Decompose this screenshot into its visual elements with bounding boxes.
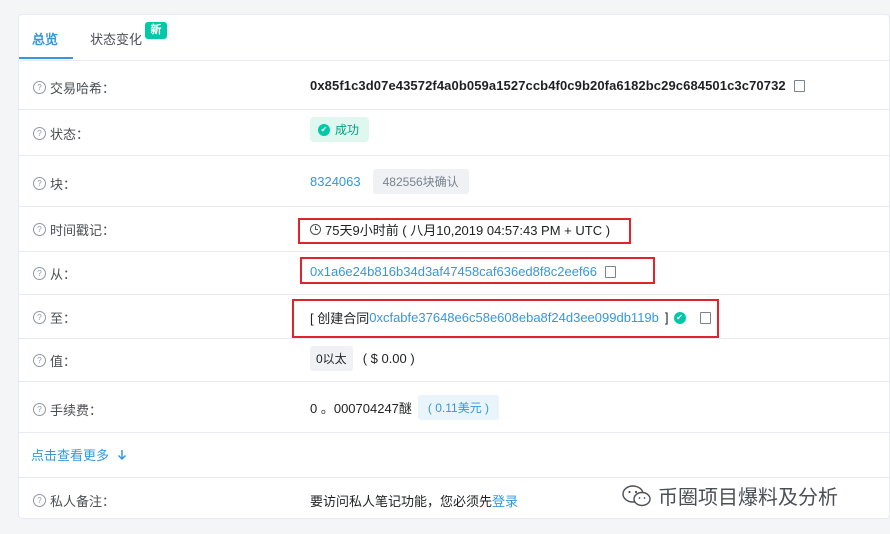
to-label: ? 至： (33, 308, 76, 327)
help-icon[interactable]: ? (33, 127, 46, 140)
timestamp-label: ? 时间戳记： (33, 220, 115, 239)
help-icon[interactable]: ? (33, 403, 46, 416)
copy-icon[interactable] (696, 308, 711, 324)
confirmations-badge: 482556块确认 (372, 169, 469, 194)
note-value-wrap: 要访问私人笔记功能，您必须先 登录 (310, 491, 518, 510)
fee-amount: 0 。000704247醚 (310, 401, 412, 416)
check-icon: ✔ (318, 123, 330, 136)
contract-creation-suffix: ] (664, 310, 669, 325)
copy-icon[interactable] (790, 76, 805, 92)
value-label: ? 值： (33, 351, 76, 370)
help-icon[interactable]: ? (33, 354, 46, 367)
row-fee: ? 手续费： 0 。000704247醚 ( 0.11美元 ) (19, 381, 889, 433)
note-text: 要访问私人笔记功能，您必须先 (310, 494, 493, 509)
transaction-card: 总览 状态变化 新 ? 交易哈希： 0x85f1c3d07e43572f4a0b… (18, 14, 890, 519)
fee-value-wrap: 0 。000704247醚 ( 0.11美元 ) (310, 395, 500, 420)
tab-state-changes[interactable]: 状态变化 (90, 29, 142, 48)
status-badge: ✔ 成功 (310, 117, 370, 142)
tab-bar: 总览 状态变化 新 (19, 15, 889, 61)
hash-value-wrap: 0x85f1c3d07e43572f4a0b059a1527ccb4f0c9b2… (310, 76, 805, 93)
row-to: ? 至： [ 创建合同 0xcfabfe37648e6c58e608eba8f2… (19, 294, 889, 339)
eth-amount: 0以太 (310, 346, 353, 371)
help-icon[interactable]: ? (33, 177, 46, 190)
watermark: 币圈项目爆料及分析 (622, 481, 838, 510)
status-label: ? 状态： (33, 124, 89, 143)
block-label: ? 块： (33, 174, 76, 193)
row-status: ? 状态： ✔ 成功 (19, 109, 889, 156)
note-label: ? 私人备注： (33, 491, 115, 510)
to-value-wrap: [ 创建合同 0xcfabfe37648e6c58e608eba8f24d3ee… (310, 308, 711, 327)
fee-label: ? 手续费： (33, 400, 102, 419)
row-hash: ? 交易哈希： 0x85f1c3d07e43572f4a0b059a1527cc… (19, 61, 889, 110)
row-more (19, 432, 889, 478)
value-value-wrap: 0以太 ( $ 0.00 ) (310, 346, 415, 371)
row-from: ? 从： 0x1a6e24b816b34d3af47458caf636ed8f8… (19, 251, 889, 295)
watermark-text: 币圈项目爆料及分析 (658, 487, 838, 509)
hash-label: ? 交易哈希： (33, 78, 115, 97)
timestamp-value-wrap: 75天9小时前 ( 八月10,2019 04:57:43 PM + UTC ) (310, 220, 610, 239)
login-link[interactable]: 登录 (492, 491, 518, 510)
new-badge: 新 (145, 22, 167, 39)
block-number-link[interactable]: 8324063 (310, 174, 361, 189)
help-icon[interactable]: ? (33, 223, 46, 236)
verified-check-icon: ✔ (673, 311, 686, 324)
help-icon[interactable]: ? (33, 81, 46, 94)
help-icon[interactable]: ? (33, 267, 46, 280)
show-more-link[interactable]: 点击查看更多 (31, 445, 127, 464)
row-timestamp: ? 时间戳记： 75天9小时前 ( 八月10,2019 04:57:43 PM … (19, 206, 889, 252)
help-icon[interactable]: ? (33, 311, 46, 324)
fee-usd-badge: ( 0.11美元 ) (417, 395, 500, 420)
from-label: ? 从： (33, 264, 76, 283)
contract-creation-prefix: [ 创建合同 (310, 311, 370, 326)
block-value-wrap: 8324063 482556块确认 (310, 169, 469, 194)
timestamp-value: 75天9小时前 ( 八月10,2019 04:57:43 PM + UTC ) (325, 223, 611, 238)
row-block: ? 块： 8324063 482556块确认 (19, 155, 889, 207)
from-value-wrap: 0x1a6e24b816b34d3af47458caf636ed8f8c2eef… (310, 262, 616, 279)
tx-hash: 0x85f1c3d07e43572f4a0b059a1527ccb4f0c9b2… (310, 78, 786, 93)
tab-overview[interactable]: 总览 (32, 29, 58, 48)
help-icon[interactable]: ? (33, 494, 46, 507)
wechat-icon (622, 484, 651, 506)
from-address-link[interactable]: 0x1a6e24b816b34d3af47458caf636ed8f8c2eef… (310, 264, 597, 279)
row-value: ? 值： 0以太 ( $ 0.00 ) (19, 338, 889, 382)
clock-icon (310, 224, 321, 235)
status-value-wrap: ✔ 成功 (310, 117, 370, 142)
arrow-down-icon (117, 449, 127, 460)
copy-icon[interactable] (602, 262, 616, 278)
contract-address-link[interactable]: 0xcfabfe37648e6c58e608eba8f24d3ee099db11… (369, 310, 659, 325)
usd-amount: ( $ 0.00 ) (362, 351, 415, 366)
active-tab-indicator (19, 57, 73, 59)
